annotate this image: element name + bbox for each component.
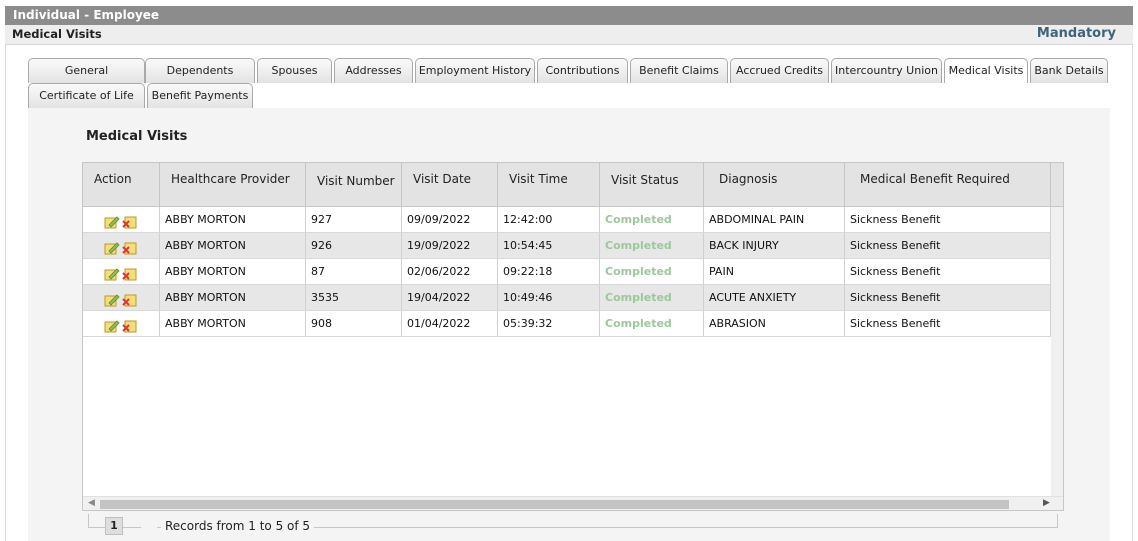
mandatory-label: Mandatory <box>1036 26 1116 41</box>
cell-visit-date: 01/04/2022 <box>402 311 498 336</box>
cell-visit-status: Completed <box>600 207 704 232</box>
edit-icon[interactable] <box>104 291 120 306</box>
cell-visit-date: 19/09/2022 <box>402 233 498 258</box>
table-row[interactable]: ABBY MORTON 926 19/09/2022 10:54:45 Complete… <box>83 233 1051 259</box>
sub-header-title: Medical Visits <box>12 27 102 41</box>
tab-employment-history[interactable]: Employment History <box>415 58 535 83</box>
cell-benefit: Sickness Benefit <box>845 259 1051 284</box>
delete-icon[interactable] <box>122 265 138 280</box>
table-row[interactable]: ABBY MORTON 908 01/04/2022 05:39:32 Complete… <box>83 311 1051 337</box>
cell-visit-date: 09/09/2022 <box>402 207 498 232</box>
cell-visit-time: 05:39:32 <box>498 311 600 336</box>
cell-visit-number: 87 <box>306 259 402 284</box>
scroll-right-icon[interactable]: ▶ <box>1043 498 1050 508</box>
col-healthcare-provider-label: Healthcare Provider <box>171 172 290 186</box>
cell-visit-time: 09:22:18 <box>498 259 600 284</box>
cell-provider: ABBY MORTON <box>160 259 306 284</box>
delete-icon[interactable] <box>122 317 138 332</box>
cell-diagnosis: PAIN <box>704 259 845 284</box>
cell-visit-number: 908 <box>306 311 402 336</box>
edit-icon[interactable] <box>104 265 120 280</box>
col-healthcare-provider[interactable]: Healthcare Provider <box>160 163 306 207</box>
table-row[interactable]: ABBY MORTON 927 09/09/2022 12:42:00 Complete… <box>83 207 1051 233</box>
col-visit-number[interactable]: Visit Number <box>306 163 402 207</box>
cell-benefit: Sickness Benefit <box>845 207 1051 232</box>
page-1-button[interactable]: 1 <box>105 517 123 535</box>
cell-visit-number: 3535 <box>306 285 402 310</box>
tab-benefit-claims[interactable]: Benefit Claims <box>630 58 728 83</box>
col-action[interactable]: Action <box>83 163 160 207</box>
cell-diagnosis: BACK INJURY <box>704 233 845 258</box>
tab-contributions[interactable]: Contributions <box>537 58 628 83</box>
tab-dependents[interactable]: Dependents <box>145 58 255 83</box>
tab-intercountry-union[interactable]: Intercountry Union <box>831 58 942 83</box>
scroll-left-icon[interactable]: ◀ <box>88 498 95 508</box>
cell-visit-status: Completed <box>600 311 704 336</box>
col-medical-benefit-required[interactable]: Medical Benefit Required <box>845 163 1051 207</box>
sub-header: Medical Visits Mandatory <box>5 25 1133 45</box>
col-visit-status-label: Visit Status <box>611 173 679 187</box>
vertical-scrollbar[interactable] <box>1051 207 1063 496</box>
section-title: Medical Visits <box>86 129 188 144</box>
edit-icon[interactable] <box>104 239 120 254</box>
scroll-thumb[interactable] <box>100 500 1009 509</box>
medical-visits-table: Action Healthcare Provider Visit Number … <box>82 162 1064 511</box>
cell-visit-time: 12:42:00 <box>498 207 600 232</box>
cell-provider: ABBY MORTON <box>160 311 306 336</box>
tab-addresses[interactable]: Addresses <box>334 58 413 83</box>
table-header: Action Healthcare Provider Visit Number … <box>83 163 1063 207</box>
col-visit-date-label: Visit Date <box>413 172 472 186</box>
tab-accrued-credits[interactable]: Accrued Credits <box>730 58 829 83</box>
cell-actions <box>83 233 160 258</box>
tab-spouses[interactable]: Spouses <box>257 58 332 83</box>
cell-benefit: Sickness Benefit <box>845 233 1051 258</box>
horizontal-scrollbar[interactable]: ◀ ▶ <box>83 496 1063 510</box>
cell-diagnosis: ABRASION <box>704 311 845 336</box>
col-visit-time-label: Visit Time <box>509 172 568 186</box>
delete-icon[interactable] <box>122 291 138 306</box>
edit-icon[interactable] <box>104 317 120 332</box>
cell-actions <box>83 311 160 336</box>
cell-actions <box>83 285 160 310</box>
cell-visit-time: 10:49:46 <box>498 285 600 310</box>
cell-provider: ABBY MORTON <box>160 285 306 310</box>
tab-benefit-payments[interactable]: Benefit Payments <box>147 83 253 108</box>
cell-actions <box>83 207 160 232</box>
col-visit-number-label: Visit Number <box>317 174 395 188</box>
records-info: Records from 1 to 5 of 5 <box>161 519 315 533</box>
cell-provider: ABBY MORTON <box>160 233 306 258</box>
cell-actions <box>83 259 160 284</box>
col-action-label: Action <box>94 172 132 186</box>
tab-medical-visits[interactable]: Medical Visits <box>944 58 1028 83</box>
delete-icon[interactable] <box>122 239 138 254</box>
col-visit-time[interactable]: Visit Time <box>498 163 600 207</box>
cell-diagnosis: ACUTE ANXIETY <box>704 285 845 310</box>
cell-visit-status: Completed <box>600 285 704 310</box>
pager-spacer <box>141 519 157 533</box>
col-visit-status[interactable]: Visit Status <box>600 163 704 207</box>
cell-benefit: Sickness Benefit <box>845 285 1051 310</box>
cell-benefit: Sickness Benefit <box>845 311 1051 336</box>
col-visit-date[interactable]: Visit Date <box>402 163 498 207</box>
cell-visit-time: 10:54:45 <box>498 233 600 258</box>
cell-visit-date: 19/04/2022 <box>402 285 498 310</box>
window-title: Individual - Employee <box>5 6 1133 25</box>
delete-icon[interactable] <box>122 213 138 228</box>
col-medical-benefit-required-label: Medical Benefit Required <box>860 172 1010 186</box>
cell-provider: ABBY MORTON <box>160 207 306 232</box>
tab-certificate-of-life[interactable]: Certificate of Life <box>28 83 145 108</box>
tab-bank-details[interactable]: Bank Details <box>1030 58 1108 83</box>
table-row[interactable]: ABBY MORTON 3535 19/04/2022 10:49:46 Complet… <box>83 285 1051 311</box>
cell-visit-number: 926 <box>306 233 402 258</box>
table-row[interactable]: ABBY MORTON 87 02/06/2022 09:22:18 Completed… <box>83 259 1051 285</box>
col-diagnosis[interactable]: Diagnosis <box>704 163 845 207</box>
cell-diagnosis: ABDOMINAL PAIN <box>704 207 845 232</box>
cell-visit-status: Completed <box>600 259 704 284</box>
cell-visit-status: Completed <box>600 233 704 258</box>
col-diagnosis-label: Diagnosis <box>719 172 778 186</box>
edit-icon[interactable] <box>104 213 120 228</box>
cell-visit-date: 02/06/2022 <box>402 259 498 284</box>
cell-visit-number: 927 <box>306 207 402 232</box>
tab-general[interactable]: General <box>28 58 145 83</box>
